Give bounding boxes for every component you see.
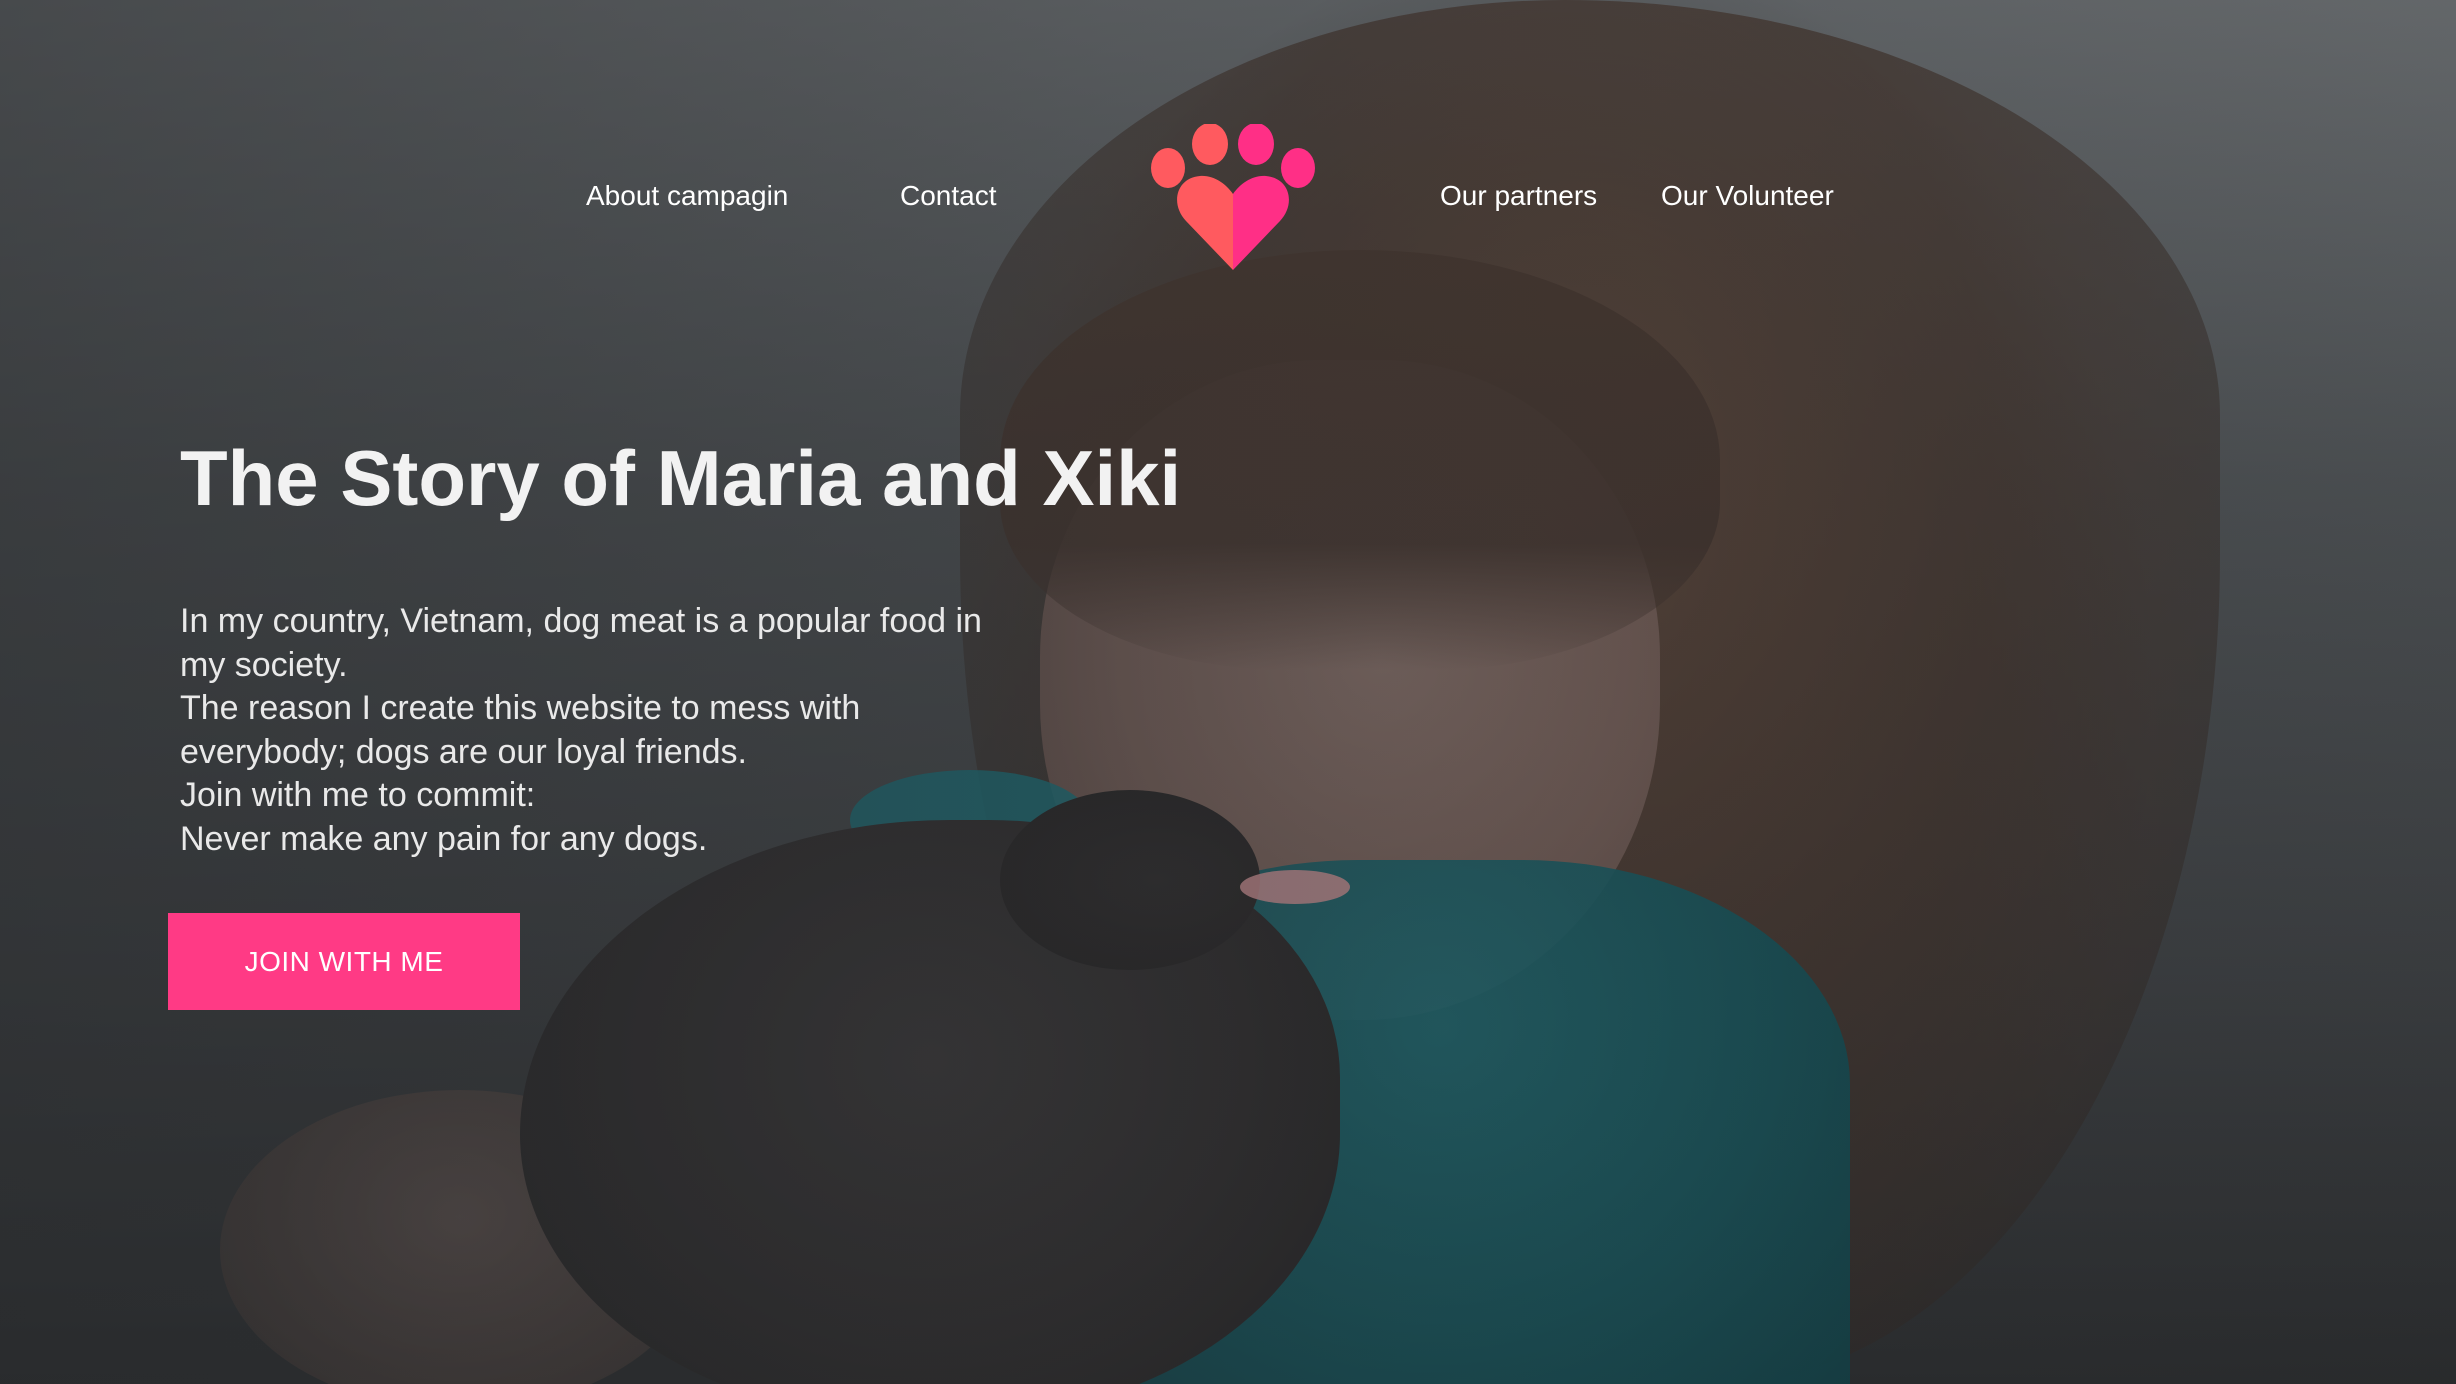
paw-toe-2 [1192, 124, 1228, 165]
paw-toe-4 [1281, 148, 1315, 188]
hero-description-line: In my country, Vietnam, dog meat is a po… [180, 602, 982, 640]
hero-description-line: The reason I create this website to mess… [180, 689, 861, 727]
hero-description-line: Never make any pain for any dogs. [180, 819, 708, 858]
nav-link-about-campaign[interactable]: About campagin [586, 178, 788, 214]
nav-link-our-volunteer[interactable]: Our Volunteer [1661, 178, 1834, 214]
paw-heart-icon[interactable] [1150, 124, 1316, 270]
hero-description-line: everybody; dogs are our loyal friends. [180, 732, 747, 771]
nav-link-contact[interactable]: Contact [900, 178, 997, 214]
paw-toe-1 [1151, 148, 1185, 188]
hero-title: The Story of Maria and Xiki [180, 434, 1182, 522]
hero-description: In my country, Vietnam, dog meat is a po… [180, 600, 1040, 861]
paw-toe-3 [1238, 124, 1274, 165]
landing-page: About campagin Contact Our partners Our … [0, 0, 2456, 1384]
hero-description-line: my society. [180, 645, 348, 684]
nav-link-our-partners[interactable]: Our partners [1440, 178, 1597, 214]
hero-description-line: Join with me to commit: [180, 776, 536, 814]
join-with-me-button[interactable]: JOIN WITH ME [168, 913, 520, 1010]
